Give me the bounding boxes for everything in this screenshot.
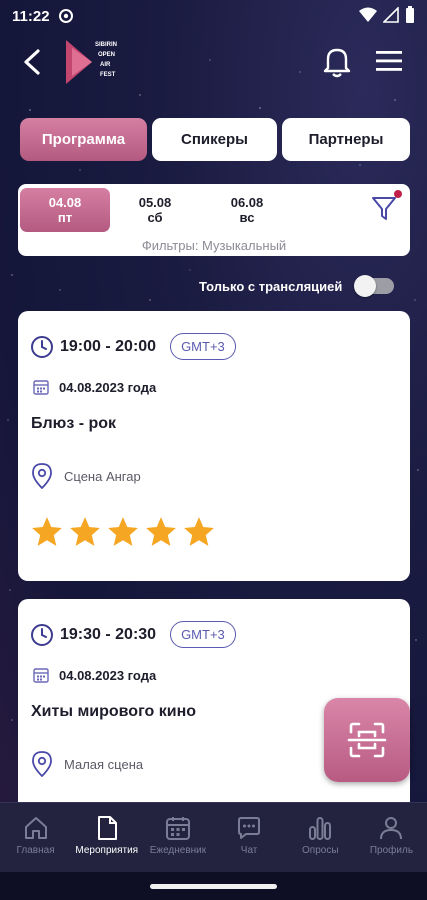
- event-date: 04.08.2023 года: [59, 667, 157, 683]
- location-pin-icon: [32, 463, 52, 489]
- date-selector-card: 04.08 пт 05.08 сб 06.08 вс Фильтры: Музы…: [18, 184, 410, 256]
- scan-icon: [347, 722, 387, 758]
- event-card[interactable]: 19:00 - 20:00 GMT+3 04.08.2023 года Блюз…: [18, 311, 410, 581]
- timezone-badge: GMT+3: [170, 333, 236, 360]
- date-label: 04.08: [48, 195, 82, 210]
- svg-text:AIR: AIR: [100, 62, 111, 68]
- home-gesture-bar[interactable]: [150, 884, 277, 889]
- event-date-row: 04.08.2023 года: [33, 667, 156, 683]
- nav-item-chat[interactable]: Чат: [214, 803, 285, 872]
- home-icon: [24, 817, 47, 839]
- star-icon[interactable]: [144, 515, 178, 549]
- chat-icon: [238, 817, 261, 839]
- star-icon[interactable]: [30, 515, 64, 549]
- event-title: Хиты мирового кино: [31, 703, 197, 720]
- event-time-row: 19:00 - 20:00 GMT+3: [30, 333, 236, 360]
- nav-item-events[interactable]: Мероприятия: [71, 803, 142, 872]
- star-icon[interactable]: [106, 515, 140, 549]
- event-venue-row: Малая сцена: [32, 751, 143, 777]
- date-tab-04-08[interactable]: 04.08 пт: [20, 188, 110, 232]
- timezone-badge: GMT+3: [170, 621, 236, 648]
- event-venue: Сцена Ангар: [64, 468, 141, 484]
- document-icon: [97, 816, 117, 840]
- event-date-row: 04.08.2023 года: [33, 379, 156, 395]
- nav-item-home[interactable]: Главная: [0, 803, 71, 872]
- tab-partners[interactable]: Партнеры: [282, 118, 410, 161]
- filter-funnel-icon[interactable]: [370, 194, 398, 222]
- weekday-label: сб: [147, 210, 163, 225]
- active-filters-text: Фильтры: Музыкальный: [141, 238, 287, 253]
- status-time: 11:22: [12, 7, 50, 25]
- back-arrow-icon[interactable]: [18, 46, 48, 78]
- wifi-icon: [359, 7, 377, 22]
- app-header: SIBIRIN OPEN AIR FEST: [0, 32, 427, 94]
- event-venue: Малая сцена: [64, 756, 144, 772]
- hamburger-menu-icon[interactable]: [374, 48, 404, 74]
- star-icon[interactable]: [68, 515, 102, 549]
- status-bar: 11:22: [0, 0, 427, 32]
- bottom-navigation: Главная Мероприятия Ежедневник Чат Опрос…: [0, 802, 427, 872]
- date-tab-06-08[interactable]: 06.08 вс: [202, 188, 292, 232]
- weekday-label: пт: [57, 210, 73, 225]
- event-title: Блюз - рок: [31, 415, 117, 432]
- stream-only-toggle[interactable]: [354, 275, 395, 297]
- calendar-icon: [33, 668, 49, 683]
- festival-logo: SIBIRIN OPEN AIR FEST: [66, 40, 117, 84]
- svg-text:OPEN: OPEN: [98, 52, 115, 58]
- clock-icon: [31, 335, 53, 358]
- calendar-icon: [33, 380, 49, 395]
- event-date: 04.08.2023 года: [59, 379, 157, 395]
- nav-label: Мероприятия: [75, 845, 139, 856]
- nav-item-planner[interactable]: Ежедневник: [142, 803, 213, 872]
- section-tabs: Программа Спикеры Партнеры: [20, 118, 410, 162]
- date-tab-05-08[interactable]: 05.08 сб: [110, 188, 200, 232]
- tab-speakers[interactable]: Спикеры: [152, 118, 277, 161]
- settings-gear-icon: [58, 9, 73, 23]
- event-time: 19:30 - 20:30: [60, 625, 157, 643]
- date-label: 05.08: [138, 195, 172, 210]
- stream-filter-label: Только с трансляцией: [199, 278, 343, 294]
- nav-label: Чат: [240, 845, 258, 856]
- bar-chart-icon: [309, 817, 332, 840]
- event-rating[interactable]: [30, 515, 216, 549]
- event-time: 19:00 - 20:00: [60, 337, 157, 355]
- date-label: 06.08: [230, 195, 264, 210]
- toggle-knob: [354, 275, 377, 297]
- location-pin-icon: [32, 751, 52, 777]
- nav-label: Профиль: [369, 845, 414, 856]
- nav-label: Опросы: [302, 845, 339, 856]
- clock-icon: [31, 623, 53, 646]
- nav-item-profile[interactable]: Профиль: [356, 803, 427, 872]
- scan-qr-button[interactable]: [324, 698, 410, 782]
- weekday-label: вс: [239, 210, 255, 225]
- svg-text:FEST: FEST: [100, 72, 116, 78]
- notification-bell-icon[interactable]: [322, 44, 352, 78]
- calendar-icon: [165, 817, 190, 840]
- star-icon[interactable]: [182, 515, 216, 549]
- nav-item-polls[interactable]: Опросы: [285, 803, 356, 872]
- system-gesture-area: [0, 872, 427, 900]
- svg-text:SIBIRIN: SIBIRIN: [95, 42, 117, 48]
- nav-label: Главная: [16, 845, 55, 856]
- nav-label: Ежедневник: [149, 845, 207, 856]
- signal-icon: [383, 7, 399, 23]
- tab-program[interactable]: Программа: [20, 118, 147, 161]
- event-venue-row: Сцена Ангар: [32, 463, 141, 489]
- event-time-row: 19:30 - 20:30 GMT+3: [30, 621, 236, 648]
- filter-active-dot: [394, 190, 402, 198]
- stream-filter-row: Только с трансляцией: [199, 275, 395, 297]
- profile-icon: [380, 817, 403, 840]
- battery-icon: [406, 6, 414, 23]
